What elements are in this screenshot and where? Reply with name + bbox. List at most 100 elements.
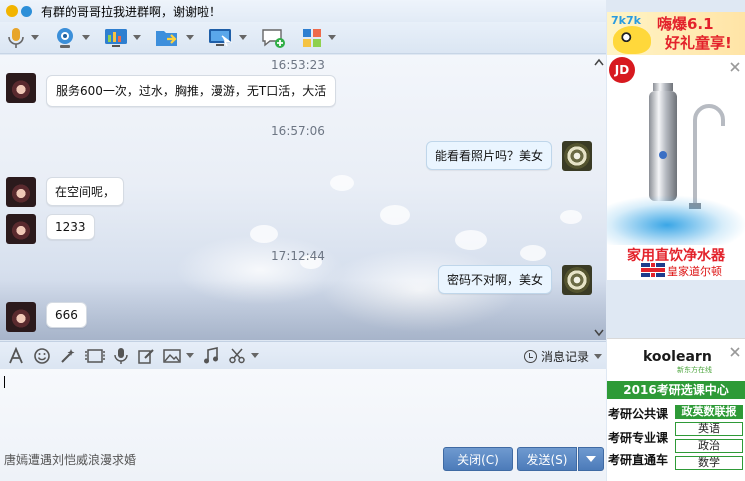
- ad-brand-sub: 新东方在线: [677, 366, 712, 374]
- image-button[interactable]: [163, 348, 194, 364]
- chevron-down-icon[interactable]: [328, 35, 336, 40]
- apps-grid-icon: [303, 28, 321, 47]
- title-bar: 有群的哥哥拉我进群啊，谢谢啦！: [0, 0, 606, 22]
- background-flower: [455, 230, 487, 250]
- remote-desktop-button[interactable]: [104, 27, 141, 49]
- background-flower: [330, 175, 354, 191]
- image-icon: [163, 348, 181, 363]
- uk-flag-icon: [641, 263, 665, 277]
- scroll-down-icon[interactable]: [594, 329, 604, 337]
- jd-logo: JD: [609, 57, 635, 83]
- background-flower: [380, 205, 410, 225]
- video-call-button[interactable]: [53, 26, 90, 50]
- voice-call-button[interactable]: [6, 26, 39, 50]
- message-row: 密码不对啊，美女: [437, 265, 592, 295]
- magic-button[interactable]: [59, 347, 77, 365]
- my-avatar[interactable]: [562, 265, 592, 295]
- screen-share-icon: [105, 28, 127, 47]
- message-timestamp: 16:57:06: [271, 124, 325, 138]
- chevron-down-icon[interactable]: [186, 353, 194, 358]
- send-button[interactable]: 发送(S): [517, 447, 577, 471]
- message-input[interactable]: 唐嫣遭遇刘恺威浪漫求婚 关闭(C) 发送(S): [0, 369, 606, 481]
- video-clip-button[interactable]: [85, 347, 105, 365]
- message-row: 能看看照片吗？美女: [425, 141, 592, 171]
- apps-button[interactable]: [301, 27, 336, 49]
- message-row: 666: [6, 302, 87, 332]
- cartoon-icon: [613, 26, 651, 54]
- emoji-button[interactable]: [33, 347, 51, 365]
- friend-avatar[interactable]: [6, 214, 36, 244]
- chevron-down-icon[interactable]: [31, 35, 39, 40]
- background-flower: [250, 225, 278, 243]
- message-area[interactable]: 16:53:23 服务600一次，过水，胸推，漫游，无T口活，大活 16:57:…: [0, 55, 606, 340]
- smiley-icon: [34, 347, 50, 364]
- message-row: 在空间呢，: [6, 177, 125, 207]
- ad-subline: 好礼童享!: [665, 34, 732, 52]
- microphone-icon: [114, 347, 128, 364]
- message-bubble: 密码不对啊，美女: [437, 265, 552, 294]
- ad-headline: 嗨爆6.1: [657, 15, 714, 33]
- close-icon[interactable]: [729, 346, 741, 358]
- microphone-icon: [8, 27, 24, 48]
- music-button[interactable]: [202, 346, 220, 365]
- close-button[interactable]: 关闭(C): [443, 447, 513, 471]
- chevron-down-icon[interactable]: [239, 35, 247, 40]
- ad-banner-koolearn[interactable]: koolearn 新东方在线 2016考研选课中心 考研公共课 考研专业课 考研…: [607, 338, 745, 481]
- input-toolbar: 消息记录: [0, 341, 606, 369]
- chevron-down-icon[interactable]: [82, 35, 90, 40]
- chat-add-icon: [262, 28, 285, 48]
- friend-avatar[interactable]: [6, 177, 36, 207]
- ad-row-label[interactable]: 考研公共课: [608, 405, 668, 422]
- friend-avatar[interactable]: [6, 73, 36, 103]
- new-discussion-button[interactable]: [261, 27, 287, 49]
- news-ticker-link[interactable]: 唐嫣遭遇刘恺威浪漫求婚: [4, 451, 136, 468]
- text-cursor: [4, 376, 5, 388]
- film-icon: [85, 348, 105, 363]
- my-avatar[interactable]: [562, 141, 592, 171]
- message-text: 在空间呢，: [55, 185, 116, 199]
- screenshot-button[interactable]: [228, 347, 259, 365]
- message-text: 密码不对啊，美女: [446, 273, 543, 287]
- message-history-button[interactable]: 消息记录: [523, 348, 602, 365]
- ad-tag[interactable]: 数学: [675, 456, 743, 470]
- message-row: 服务600一次，过水，胸推，漫游，无T口活，大活: [6, 73, 337, 107]
- ad-brand: 皇家道尔顿: [667, 265, 722, 278]
- ad-banner-jd[interactable]: JD 家用直饮净水器 皇家道尔顿: [607, 55, 745, 280]
- font-button[interactable]: [7, 346, 25, 365]
- ad-headline: 家用直饮净水器: [627, 248, 725, 264]
- send-options-button[interactable]: [578, 447, 604, 471]
- font-icon: [9, 346, 23, 363]
- message-text: 服务600一次，过水，胸推，漫游，无T口活，大活: [56, 84, 327, 98]
- monitor-icon: [209, 28, 233, 46]
- magic-wand-icon: [61, 348, 75, 363]
- message-bubble: 能看看照片吗？美女: [425, 141, 552, 170]
- screen-share-button[interactable]: [208, 27, 247, 49]
- water-splash: [607, 185, 745, 245]
- chevron-down-icon[interactable]: [251, 353, 259, 358]
- ad-row-label[interactable]: 考研直通车: [608, 451, 668, 468]
- chevron-down-icon[interactable]: [186, 35, 194, 40]
- edit-button[interactable]: [137, 347, 155, 365]
- ad-row-label[interactable]: 考研专业课: [608, 429, 668, 446]
- webcam-icon: [57, 27, 73, 48]
- chevron-down-icon[interactable]: [133, 35, 141, 40]
- chevron-down-icon[interactable]: [594, 354, 602, 359]
- message-text: 666: [55, 308, 78, 322]
- message-bubble: 666: [46, 302, 87, 328]
- koolearn-logo: koolearn: [643, 349, 712, 365]
- friend-avatar[interactable]: [6, 302, 36, 332]
- voice-message-button[interactable]: [113, 347, 129, 365]
- status-icon[interactable]: [6, 5, 18, 17]
- qq-zone-icon[interactable]: [21, 5, 32, 17]
- ad-tag[interactable]: 政治: [675, 439, 743, 453]
- edit-icon: [138, 348, 154, 364]
- ad-banner-7k7k[interactable]: 7k7k 嗨爆6.1 好礼童享!: [607, 12, 745, 55]
- ad-banner-title: 2016考研选课中心: [607, 381, 745, 399]
- close-icon[interactable]: [729, 61, 741, 73]
- chat-toolbar: [0, 22, 606, 54]
- message-bubble: 在空间呢，: [46, 177, 125, 206]
- ad-logo: 7k7k: [611, 14, 641, 27]
- send-file-button[interactable]: [155, 27, 194, 49]
- ad-tag[interactable]: 英语: [675, 422, 743, 436]
- ad-tag[interactable]: 政英数联报: [675, 405, 743, 419]
